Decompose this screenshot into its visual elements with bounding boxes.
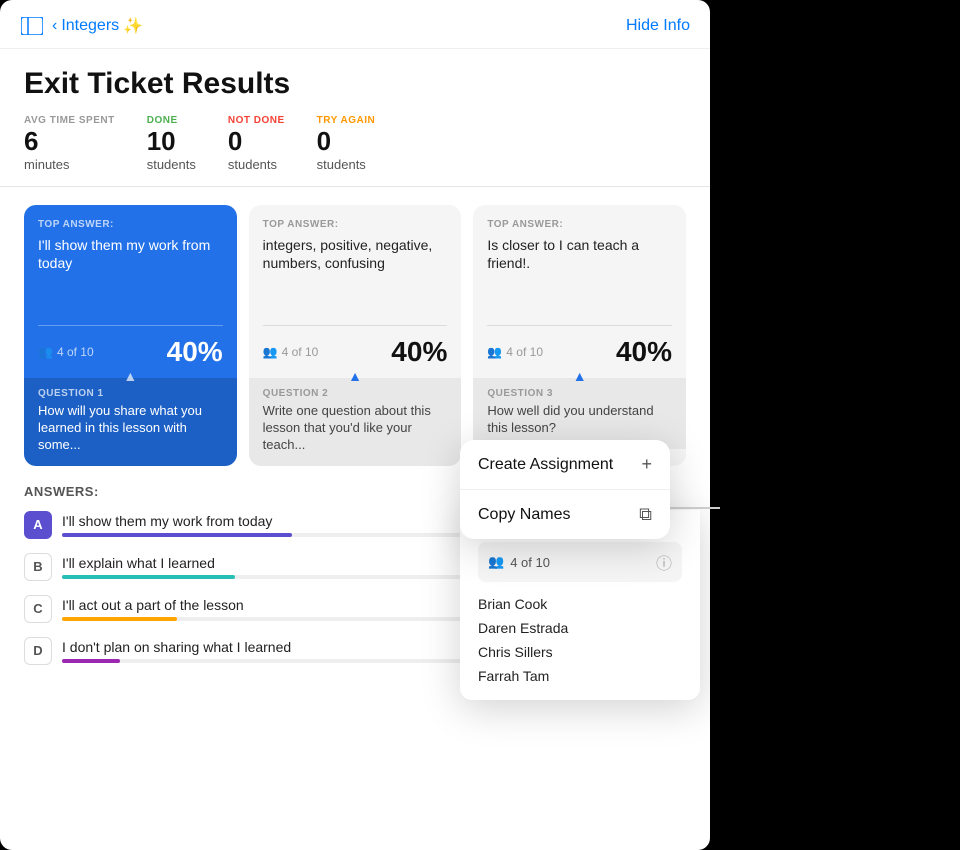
stat-notdone-label: NOT DONE [228,115,285,126]
students-count: 4 of 10 [510,555,550,570]
plus-icon: + [641,454,652,475]
card-1-people: 👥 4 of 10 [38,345,94,359]
answer-bar-b [62,575,235,579]
create-assignment-item[interactable]: Create Assignment + [460,440,670,490]
people-icon: 👥 [38,345,53,359]
card-2-chevron: ▲ [348,368,362,384]
stat-tryagain-value: 0 [317,126,376,157]
card-3-chevron: ▲ [573,368,587,384]
card-2-bottom: ▲ QUESTION 2 Write one question about th… [249,378,462,466]
card-1-percent: 40% [167,336,223,368]
copy-names-item[interactable]: Copy Names ⧉ [460,490,670,539]
back-label: Integers [61,17,119,35]
stat-done: DONE 10 students [147,115,196,172]
card-3-people: 👥 4 of 10 [487,345,543,359]
stat-done-value: 10 [147,126,196,157]
card-1-q-label: QUESTION 1 [38,388,223,399]
answer-badge-b: B [24,553,52,581]
card-3-answer: Is closer to I can teach a friend!. [487,236,672,272]
card-3[interactable]: TOP ANSWER: Is closer to I can teach a f… [473,205,686,466]
card-3-percent: 40% [616,336,672,368]
card-3-bottom: ▲ QUESTION 3 How well did you understand… [473,378,686,449]
top-bar: ‹ Integers ✨ Hide Info [0,0,710,49]
stat-done-sub: students [147,157,196,172]
answer-bar-d [62,659,120,663]
students-count-row: 👥 4 of 10 ⓘ [478,542,682,582]
connector-line [670,507,720,509]
card-1[interactable]: TOP ANSWER: I'll show them my work from … [24,205,237,466]
stat-avg-label: AVG TIME SPENT [24,115,115,126]
people-icon-2: 👥 [263,345,278,359]
student-name-4: Farrah Tam [478,664,682,688]
stat-avg-sub: minutes [24,157,115,172]
answer-bar-c [62,617,177,621]
sidebar-icon[interactable] [20,14,44,38]
create-assignment-label: Create Assignment [478,456,613,474]
stat-try-again: TRY AGAIN 0 students [317,115,376,172]
card-1-bottom: ▲ QUESTION 1 How will you share what you… [24,378,237,466]
card-2-answer: integers, positive, negative, numbers, c… [263,236,448,272]
card-1-top: TOP ANSWER: I'll show them my work from … [24,205,237,325]
card-3-top: TOP ANSWER: Is closer to I can teach a f… [473,205,686,325]
stat-notdone-sub: students [228,157,285,172]
answer-badge-a: A [24,511,52,539]
top-bar-left: ‹ Integers ✨ [20,14,143,38]
stat-avg-value: 6 [24,126,115,157]
card-1-chevron: ▲ [123,368,137,384]
stat-avg-time: AVG TIME SPENT 6 minutes [24,115,115,172]
students-people-icon: 👥 [488,554,504,570]
page-title: Exit Ticket Results [0,49,710,115]
back-link[interactable]: ‹ Integers ✨ [52,16,143,36]
student-name-1: Brian Cook [478,592,682,616]
card-2-q-label: QUESTION 2 [263,388,448,399]
card-2-percent: 40% [391,336,447,368]
popup-menu: Create Assignment + Copy Names ⧉ [460,440,670,539]
answer-bar-a [62,533,292,537]
stat-not-done: NOT DONE 0 students [228,115,285,172]
student-name-2: Daren Estrada [478,616,682,640]
card-2-top-label: TOP ANSWER: [263,219,448,230]
main-panel: ‹ Integers ✨ Hide Info Exit Ticket Resul… [0,0,710,850]
card-2[interactable]: TOP ANSWER: integers, positive, negative… [249,205,462,466]
card-1-top-label: TOP ANSWER: [38,219,223,230]
chevron-left-icon: ‹ [52,17,57,35]
stat-tryagain-sub: students [317,157,376,172]
answer-badge-d: D [24,637,52,665]
card-3-q-text: How well did you understand this lesson? [487,403,672,437]
copy-icon: ⧉ [639,504,652,525]
stat-tryagain-label: TRY AGAIN [317,115,376,126]
card-3-q-label: QUESTION 3 [487,388,672,399]
student-name-3: Chris Sillers [478,640,682,664]
hide-info-button[interactable]: Hide Info [626,17,690,35]
stat-notdone-value: 0 [228,126,285,157]
card-2-q-text: Write one question about this lesson tha… [263,403,448,454]
cards-row: TOP ANSWER: I'll show them my work from … [0,187,710,466]
card-1-q-text: How will you share what you learned in t… [38,403,223,454]
card-1-answer: I'll show them my work from today [38,236,223,272]
stat-done-label: DONE [147,115,196,126]
students-count-left: 👥 4 of 10 [488,554,550,570]
card-2-top: TOP ANSWER: integers, positive, negative… [249,205,462,325]
card-3-top-label: TOP ANSWER: [487,219,672,230]
sparkle-icon: ✨ [123,16,143,36]
answer-badge-c: C [24,595,52,623]
copy-names-label: Copy Names [478,506,570,524]
people-icon-3: 👥 [487,345,502,359]
card-2-people: 👥 4 of 10 [263,345,319,359]
stats-row: AVG TIME SPENT 6 minutes DONE 10 student… [0,115,710,187]
students-info-icon[interactable]: ⓘ [656,550,672,574]
